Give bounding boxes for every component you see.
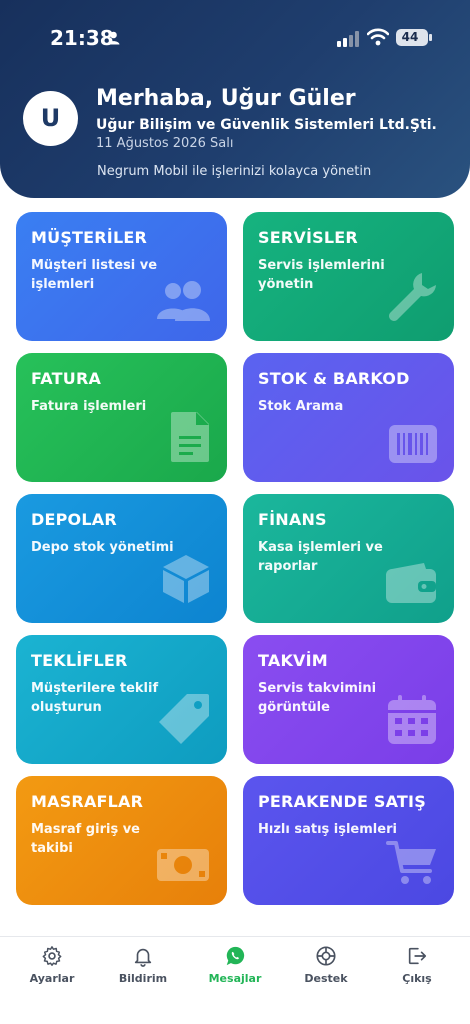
tag-icon [157, 692, 211, 750]
nav-destek[interactable]: Destek [286, 945, 366, 995]
nav-label: Çıkış [402, 972, 432, 985]
wallet-icon [384, 561, 438, 609]
battery-icon: 44 [396, 29, 432, 46]
card-title: TEKLİFLER [31, 651, 128, 670]
card-finans[interactable]: FİNANS Kasa işlemleri ve raporlar [243, 494, 454, 623]
box-icon [161, 553, 211, 609]
nav-label: Mesajlar [208, 972, 262, 985]
nav-cikis[interactable]: Çıkış [377, 945, 457, 995]
nav-label: Ayarlar [29, 972, 75, 985]
wifi-icon [366, 28, 390, 50]
card-servisler[interactable]: SERVİSLER Servis işlemlerini yönetin [243, 212, 454, 341]
nav-label: Bildirim [118, 972, 168, 985]
current-date: 11 Ağustos 2026 Salı [96, 136, 234, 151]
cart-icon [386, 839, 438, 891]
card-stok-barkod[interactable]: STOK & BARKOD Stok Arama [243, 353, 454, 482]
nav-label: Destek [304, 972, 348, 985]
bottom-nav: Ayarlar Bildirim Mesajlar Destek Çıkış [0, 936, 470, 1024]
person-icon [107, 30, 120, 49]
company-name: Uğur Bilişim ve Güvenlik Sistemleri Ltd.… [96, 117, 437, 133]
money-icon [155, 843, 211, 891]
card-subtitle: Depo stok yönetimi [31, 540, 174, 555]
bell-icon [134, 948, 152, 967]
header: 21:38 44 U Merhaba, Uğur Güler Uğur Bili… [0, 0, 470, 198]
lifebuoy-icon [316, 946, 336, 966]
battery-level: 44 [401, 30, 419, 44]
whatsapp-icon [226, 946, 245, 966]
card-title: PERAKENDE SATIŞ [258, 792, 426, 811]
gear-icon [42, 946, 62, 966]
card-depolar[interactable]: DEPOLAR Depo stok yönetimi [16, 494, 227, 623]
card-subtitle: Hızlı satış işlemleri [258, 822, 397, 837]
card-takvim[interactable]: TAKVİM Servis takvimini görüntüle [243, 635, 454, 764]
calendar-icon [386, 694, 438, 750]
status-bar: 21:38 44 [0, 0, 470, 70]
card-title: MÜŞTERİLER [31, 228, 147, 247]
card-title: FATURA [31, 369, 102, 388]
document-icon [169, 410, 211, 468]
signal-icon [337, 31, 361, 51]
barcode-icon [388, 424, 438, 468]
nav-ayarlar[interactable]: Ayarlar [12, 945, 92, 995]
card-subtitle: Fatura işlemleri [31, 399, 147, 414]
tagline: Negrum Mobil ile işlerinizi kolayca yöne… [97, 164, 372, 179]
card-masraflar[interactable]: MASRAFLAR Masraf giriş ve takibi [16, 776, 227, 905]
card-perakende-satis[interactable]: PERAKENDE SATIŞ Hızlı satış işlemleri [243, 776, 454, 905]
avatar[interactable]: U [23, 91, 78, 146]
card-title: TAKVİM [258, 651, 328, 670]
users-icon [155, 279, 211, 327]
wrench-icon [384, 269, 438, 327]
card-title: MASRAFLAR [31, 792, 144, 811]
card-title: FİNANS [258, 510, 327, 529]
card-title: DEPOLAR [31, 510, 117, 529]
logout-icon [408, 947, 427, 965]
greeting-title: Merhaba, Uğur Güler [96, 86, 356, 111]
card-teklifler[interactable]: TEKLİFLER Müşterilere teklif oluşturun [16, 635, 227, 764]
card-title: SERVİSLER [258, 228, 358, 247]
card-musteriler[interactable]: MÜŞTERİLER Müşteri listesi ve işlemleri [16, 212, 227, 341]
card-subtitle: Stok Arama [258, 399, 344, 414]
card-fatura[interactable]: FATURA Fatura işlemleri [16, 353, 227, 482]
status-time: 21:38 [50, 26, 114, 50]
nav-bildirim[interactable]: Bildirim [103, 945, 183, 995]
nav-mesajlar[interactable]: Mesajlar [195, 945, 275, 995]
card-title: STOK & BARKOD [258, 369, 410, 388]
